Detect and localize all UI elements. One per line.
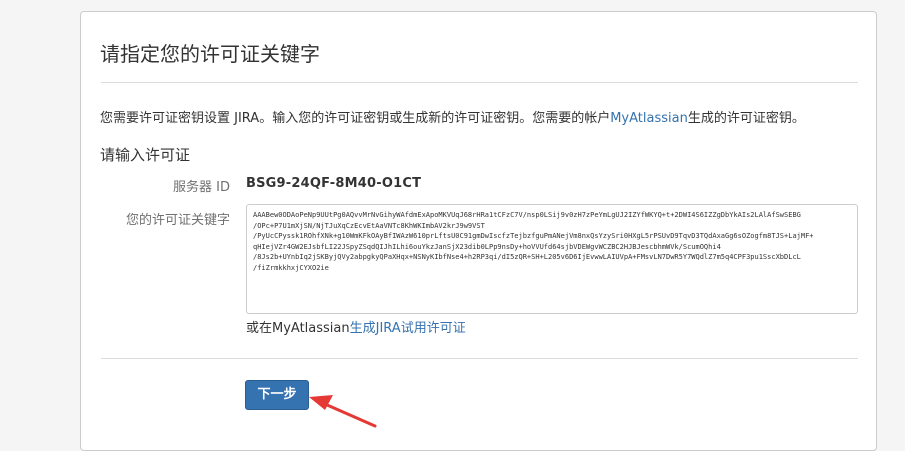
description-prefix: 您需要许可证密钥设置 JIRA。输入您的许可证密钥或生成新的许可证密钥。您需要的… bbox=[100, 111, 611, 126]
page-title: 请指定您的许可证关键字 bbox=[100, 42, 320, 66]
next-button[interactable]: 下一步 bbox=[245, 380, 309, 410]
license-key-textarea[interactable]: AAABew0ODAoPeNp9UUtPg0AQvvMrNvGihyWAfdmE… bbox=[246, 204, 858, 314]
trial-prefix: 或在MyAtlassian bbox=[246, 321, 350, 336]
myatlassian-link[interactable]: MyAtlassian bbox=[610, 111, 688, 126]
section-title: 请输入许可证 bbox=[100, 146, 191, 164]
generate-trial-license-link[interactable]: 生成JIRA试用许可证 bbox=[350, 321, 466, 336]
divider-bottom bbox=[101, 358, 858, 359]
setup-panel: 请指定您的许可证关键字 您需要许可证密钥设置 JIRA。输入您的许可证密钥或生成… bbox=[80, 11, 877, 451]
server-id-label: 服务器 ID bbox=[173, 180, 230, 195]
divider-top bbox=[101, 82, 858, 83]
license-key-label: 您的许可证关键字 bbox=[125, 213, 230, 228]
trial-license-text: 或在MyAtlassian生成JIRA试用许可证 bbox=[246, 317, 466, 336]
description-suffix: 生成的许可证密钥。 bbox=[687, 111, 805, 126]
description: 您需要许可证密钥设置 JIRA。输入您的许可证密钥或生成新的许可证密钥。您需要的… bbox=[100, 107, 805, 126]
server-id-value: BSG9-24QF-8M40-O1CT bbox=[246, 176, 422, 191]
